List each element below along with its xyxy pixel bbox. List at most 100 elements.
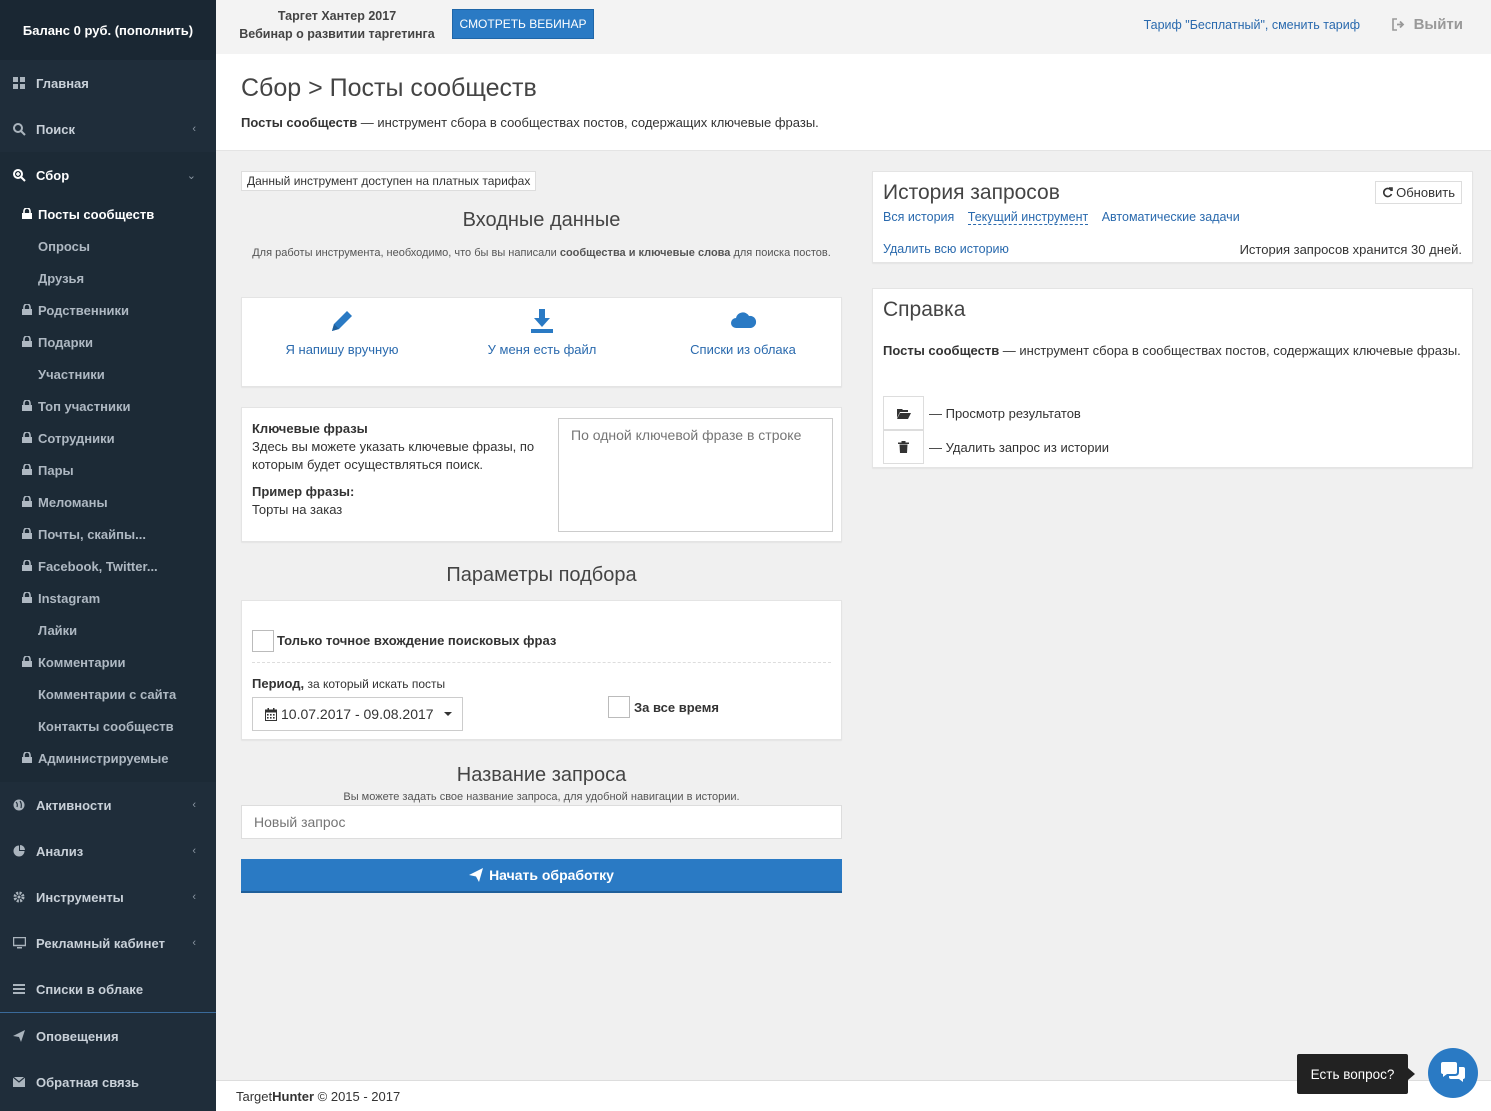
file-input-option[interactable]: У меня есть файл [442,308,642,357]
sidebar-item-search[interactable]: Поиск ‹ [0,106,216,152]
lock-icon [22,400,32,411]
keywords-title: Ключевые фразы [252,421,368,436]
sidebar-subitem-couples[interactable]: Пары [0,454,216,486]
example-text: Торты на заказ [252,502,343,517]
view-results-button[interactable] [883,396,924,430]
help-panel: Справка Посты сообществ — инструмент сбо… [872,288,1473,468]
history-link-auto-tasks[interactable]: Автоматические задачи [1102,210,1240,224]
delete-request-button[interactable] [883,430,924,464]
history-link-current-tool[interactable]: Текущий инструмент [967,210,1089,225]
choice-label: Я напишу вручную [285,342,399,357]
sidebar-item-ad-cabinet[interactable]: Рекламный кабинет ‹ [0,920,216,966]
all-time-checkbox[interactable] [608,696,630,718]
sidebar-subitem-site-comments[interactable]: Комментарии с сайта [0,678,216,710]
manual-input-option[interactable]: Я напишу вручную [242,308,442,357]
grid-icon [12,76,26,90]
sidebar-item-label: Инструменты [36,889,124,905]
promo-line-2: Вебинар о развитии таргетинга [239,27,435,41]
sidebar-subitem-facebook[interactable]: Facebook, Twitter... [0,550,216,582]
logout-button[interactable]: Выйти [1391,16,1463,33]
sidebar-subitem-label: Друзья [38,270,85,286]
sidebar-item-cloud-lists[interactable]: Списки в облаке [0,966,216,1012]
balance-link[interactable]: Баланс 0 руб. (пополнить) [0,0,216,60]
sidebar-subitem-administered[interactable]: Администрируемые [0,742,216,774]
view-results-label: — Просмотр результатов [929,405,1081,421]
page-header: Сбор > Посты сообществ Посты сообществ —… [216,54,1491,151]
lock-icon [22,336,32,347]
sidebar-item-collect[interactable]: Сбор ⌄ [0,152,216,198]
sidebar-subitem-gifts[interactable]: Подарки [0,326,216,358]
sidebar: Баланс 0 руб. (пополнить) Главная Поиск … [0,0,216,1111]
sidebar-item-analysis[interactable]: Анализ ‹ [0,828,216,874]
period-label-bold: Период, [252,676,305,691]
logout-label: Выйти [1413,16,1463,33]
sidebar-item-activities[interactable]: Активности ‹ [0,782,216,828]
sidebar-item-notifications[interactable]: Оповещения [0,1013,216,1059]
input-method-panel: Я напишу вручную У меня есть файл Списки… [241,297,842,387]
gear-icon [12,890,26,904]
chevron-left-icon: ‹ [192,123,196,135]
lock-icon [22,752,32,763]
list-icon [12,982,26,996]
paper-plane-icon [12,1029,26,1043]
exact-match-checkbox[interactable] [252,630,274,652]
sidebar-subitem-employees[interactable]: Сотрудники [0,422,216,454]
paid-tariff-notice: Данный инструмент доступен на платных та… [241,171,537,191]
sidebar-subitem-community-posts[interactable]: Посты сообществ [0,198,216,230]
choice-label: У меня есть файл [487,342,597,357]
trash-icon [898,441,909,453]
sidebar-subitem-label: Администрируемые [38,750,169,766]
sidebar-subitem-comments[interactable]: Комментарии [0,646,216,678]
sidebar-item-label: Сбор [36,167,70,183]
lock-icon [22,528,32,539]
cloud-lists-option[interactable]: Списки из облака [643,308,843,357]
sidebar-item-label: Рекламный кабинет [36,935,165,951]
caret-down-icon [443,712,452,716]
sidebar-subitem-label: Подарки [38,334,94,350]
sidebar-item-feedback[interactable]: Обратная связь [0,1059,216,1105]
chat-tooltip[interactable]: Есть вопрос? [1297,1054,1415,1094]
sidebar-subitem-relatives[interactable]: Родственники [0,294,216,326]
params-title-wrap: Параметры подбора [241,564,842,587]
sidebar-subitem-friends[interactable]: Друзья [0,262,216,294]
chevron-left-icon: ‹ [192,937,196,949]
zoom-in-icon [12,168,26,182]
sidebar-item-home[interactable]: Главная [0,60,216,106]
choice-label: Списки из облака [690,342,796,357]
sidebar-subitem-likes[interactable]: Лайки [0,614,216,646]
refresh-icon [1383,187,1393,198]
sidebar-subitem-label: Комментарии с сайта [38,686,177,702]
delete-all-history-link[interactable]: Удалить всю историю [883,242,1009,256]
sidebar-item-tools[interactable]: Инструменты ‹ [0,874,216,920]
start-processing-label: Начать обработку [489,867,614,883]
sidebar-subitem-instagram[interactable]: Instagram [0,582,216,614]
sidebar-subitem-label: Сотрудники [38,430,115,446]
lock-icon [22,464,32,475]
sidebar-subitem-top-members[interactable]: Топ участники [0,390,216,422]
period-label: Период, за который искать посты [252,676,445,691]
keywords-textarea[interactable] [558,418,833,532]
sidebar-item-label: Активности [36,797,112,813]
request-name-input[interactable] [241,805,842,839]
sidebar-item-label: Поиск [36,121,76,137]
page-description-bold: Посты сообществ [241,115,358,130]
start-processing-button[interactable]: Начать обработку [241,859,842,893]
page-description: Посты сообществ — инструмент сбора в соо… [241,115,819,130]
tariff-link[interactable]: Тариф "Бесплатный", сменить тариф [1144,18,1360,32]
date-range-picker[interactable]: 10.07.2017 - 09.08.2017 [252,697,463,731]
sidebar-subitem-polls[interactable]: Опросы [0,230,216,262]
sidebar-subitem-emails[interactable]: Почты, скайпы... [0,518,216,550]
footer-copyright: © 2015 - 2017 [314,1088,401,1104]
lock-icon [22,208,32,219]
sidebar-subitem-community-contacts[interactable]: Контакты сообществ [0,710,216,742]
chat-button[interactable] [1428,1048,1478,1098]
sidebar-subitem-label: Почты, скайпы... [38,526,146,542]
watch-webinar-button[interactable]: СМОТРЕТЬ ВЕБИНАР [452,9,594,39]
sidebar-subitem-label: Контакты сообществ [38,718,174,734]
history-link-all[interactable]: Вся история [883,210,954,224]
sidebar-submenu: Посты сообществ Опросы Друзья Родственни… [0,198,216,782]
sidebar-subitem-label: Лайки [38,622,78,638]
sidebar-subitem-music-lovers[interactable]: Меломаны [0,486,216,518]
refresh-button[interactable]: Обновить [1375,181,1462,204]
sidebar-subitem-members[interactable]: Участники [0,358,216,390]
